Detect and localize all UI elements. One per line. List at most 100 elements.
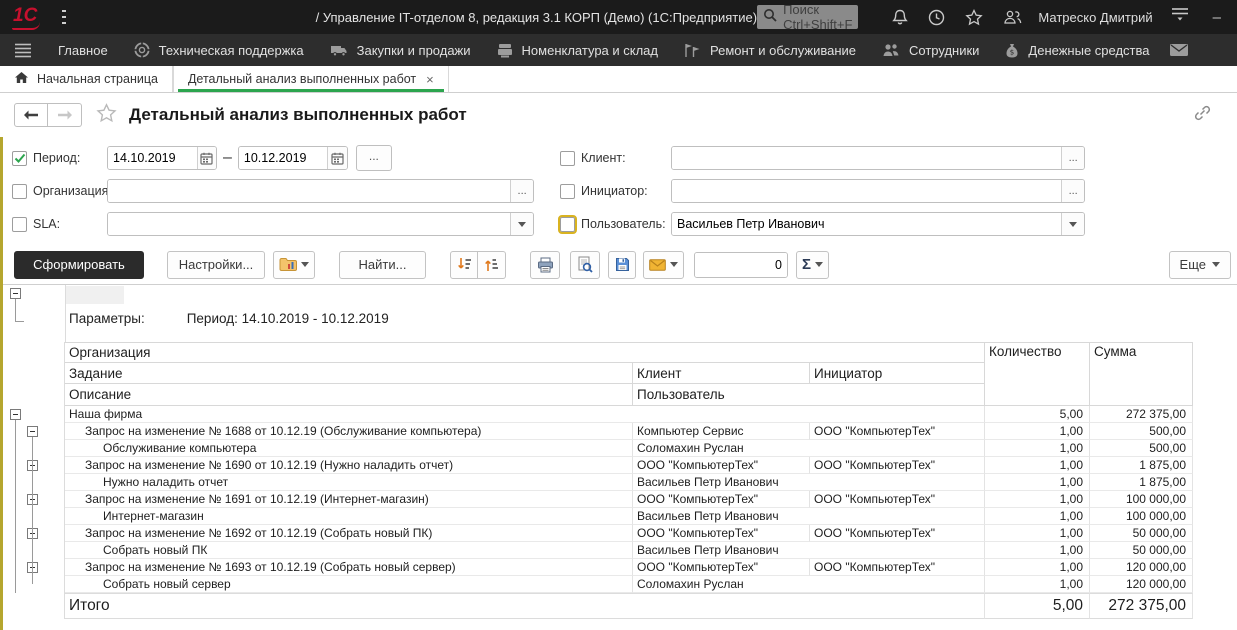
nav-item-glavnoe[interactable]: Главное bbox=[58, 43, 108, 58]
client-checkbox[interactable] bbox=[560, 151, 575, 166]
save-button[interactable] bbox=[608, 251, 636, 279]
quantity-cell[interactable]: 1,00 bbox=[985, 457, 1090, 474]
amount-cell[interactable]: 500,00 bbox=[1090, 440, 1193, 457]
table-row[interactable]: Обслуживание компьютераСоломахин Руслан1… bbox=[0, 440, 1237, 457]
quantity-cell[interactable]: 1,00 bbox=[985, 508, 1090, 525]
collapse-group-icon[interactable] bbox=[27, 426, 38, 437]
amount-cell[interactable]: 100 000,00 bbox=[1090, 491, 1193, 508]
sla-field[interactable] bbox=[107, 212, 534, 236]
group-cell[interactable]: Наша фирма bbox=[65, 406, 985, 423]
user-input[interactable] bbox=[672, 213, 1061, 235]
amount-cell[interactable]: 1 875,00 bbox=[1090, 474, 1193, 491]
counter-field[interactable] bbox=[694, 252, 788, 278]
nav-item-warehouse[interactable]: Номенклатура и склад bbox=[497, 43, 658, 58]
initiator-cell[interactable]: ООО "КомпьютерТех" bbox=[810, 423, 985, 440]
task-cell[interactable]: Запрос на изменение № 1692 от 10.12.19 (… bbox=[65, 525, 633, 542]
client-choose-button[interactable]: ... bbox=[1061, 147, 1084, 169]
initiator-cell[interactable]: ООО "КомпьютерТех" bbox=[810, 525, 985, 542]
description-cell[interactable]: Обслуживание компьютера bbox=[65, 440, 633, 457]
organization-input[interactable] bbox=[108, 180, 510, 202]
print-button[interactable] bbox=[530, 251, 560, 279]
sla-checkbox[interactable] bbox=[12, 217, 27, 232]
amount-cell[interactable]: 272 375,00 bbox=[1090, 406, 1193, 423]
period-checkbox[interactable] bbox=[12, 151, 27, 166]
user-field[interactable] bbox=[671, 212, 1085, 236]
quantity-cell[interactable]: 1,00 bbox=[985, 474, 1090, 491]
generate-button[interactable]: Сформировать bbox=[14, 251, 144, 279]
table-row[interactable]: Нужно наладить отчетВасильев Петр Иванов… bbox=[0, 474, 1237, 491]
description-cell[interactable]: Собрать новый сервер bbox=[65, 576, 633, 593]
settings-button[interactable]: Настройки... bbox=[167, 251, 265, 279]
users-icon[interactable] bbox=[1003, 9, 1022, 25]
table-row[interactable]: Наша фирма5,00272 375,00 bbox=[0, 406, 1237, 423]
get-link-icon[interactable] bbox=[1193, 105, 1211, 126]
amount-cell[interactable]: 1 875,00 bbox=[1090, 457, 1193, 474]
period-from-input[interactable] bbox=[108, 147, 197, 169]
amount-cell[interactable]: 50 000,00 bbox=[1090, 525, 1193, 542]
sort-ascending-button[interactable] bbox=[478, 251, 506, 279]
nav-item-employees[interactable]: Сотрудники bbox=[882, 43, 979, 58]
favorite-star-icon[interactable] bbox=[96, 103, 117, 128]
user-cell[interactable]: Васильев Петр Иванович bbox=[633, 542, 985, 559]
client-field[interactable]: ... bbox=[671, 146, 1085, 170]
history-clock-icon[interactable] bbox=[928, 9, 945, 26]
user-dropdown-button[interactable] bbox=[1061, 213, 1084, 235]
task-cell[interactable]: Запрос на изменение № 1688 от 10.12.19 (… bbox=[65, 423, 633, 440]
tab-home[interactable]: Начальная страница bbox=[0, 66, 173, 92]
service-menu-icon[interactable] bbox=[1171, 7, 1189, 27]
task-cell[interactable]: Запрос на изменение № 1691 от 10.12.19 (… bbox=[65, 491, 633, 508]
table-row[interactable]: Запрос на изменение № 1693 от 10.12.19 (… bbox=[0, 559, 1237, 576]
user-cell[interactable]: Соломахин Руслан bbox=[633, 440, 985, 457]
amount-cell[interactable]: 100 000,00 bbox=[1090, 508, 1193, 525]
initiator-field[interactable]: ... bbox=[671, 179, 1085, 203]
table-row[interactable]: Запрос на изменение № 1691 от 10.12.19 (… bbox=[0, 491, 1237, 508]
forward-button[interactable] bbox=[48, 103, 82, 127]
nav-item-purchases[interactable]: Закупки и продажи bbox=[330, 43, 471, 58]
sum-button[interactable]: Σ bbox=[796, 251, 829, 279]
sla-input[interactable] bbox=[108, 213, 510, 235]
description-cell[interactable]: Собрать новый ПК bbox=[65, 542, 633, 559]
initiator-input[interactable] bbox=[672, 180, 1061, 202]
table-row[interactable]: Собрать новый серверСоломахин Руслан1,00… bbox=[0, 576, 1237, 593]
total-label-cell[interactable]: Итого bbox=[65, 593, 985, 619]
mail-icon[interactable] bbox=[1169, 43, 1189, 57]
amount-cell[interactable]: 500,00 bbox=[1090, 423, 1193, 440]
user-checkbox[interactable] bbox=[560, 217, 575, 232]
report-variants-button[interactable] bbox=[273, 251, 315, 279]
send-email-button[interactable] bbox=[643, 251, 684, 279]
counter-input[interactable] bbox=[695, 253, 787, 277]
table-row[interactable]: Запрос на изменение № 1692 от 10.12.19 (… bbox=[0, 525, 1237, 542]
description-cell[interactable]: Интернет-магазин bbox=[65, 508, 633, 525]
period-variants-button[interactable]: ... bbox=[356, 145, 392, 171]
minimize-button[interactable]: – bbox=[1213, 9, 1221, 26]
organization-checkbox[interactable] bbox=[12, 184, 27, 199]
client-cell[interactable]: ООО "КомпьютерТех" bbox=[633, 525, 810, 542]
collapse-group-icon[interactable] bbox=[10, 409, 21, 420]
period-from-field[interactable] bbox=[107, 146, 217, 170]
user-cell[interactable]: Васильев Петр Иванович bbox=[633, 508, 985, 525]
table-row[interactable]: Запрос на изменение № 1690 от 10.12.19 (… bbox=[0, 457, 1237, 474]
back-button[interactable] bbox=[14, 103, 48, 127]
organization-field[interactable]: ... bbox=[107, 179, 534, 203]
client-cell[interactable]: Компьютер Сервис bbox=[633, 423, 810, 440]
nav-item-tech-support[interactable]: Техническая поддержка bbox=[134, 42, 304, 58]
amount-cell[interactable]: 272 375,00 bbox=[1090, 593, 1193, 619]
favorites-star-icon[interactable] bbox=[965, 9, 983, 26]
close-tab-icon[interactable]: × bbox=[426, 72, 434, 87]
table-row[interactable]: Собрать новый ПКВасильев Петр Иванович1,… bbox=[0, 542, 1237, 559]
quantity-cell[interactable]: 1,00 bbox=[985, 525, 1090, 542]
initiator-cell[interactable]: ООО "КомпьютерТех" bbox=[810, 457, 985, 474]
table-row[interactable]: Интернет-магазинВасильев Петр Иванович1,… bbox=[0, 508, 1237, 525]
period-to-input[interactable] bbox=[239, 147, 328, 169]
hamburger-menu-icon[interactable] bbox=[62, 10, 65, 24]
amount-cell[interactable]: 120 000,00 bbox=[1090, 559, 1193, 576]
client-cell[interactable]: ООО "КомпьютерТех" bbox=[633, 559, 810, 576]
quantity-cell[interactable]: 1,00 bbox=[985, 423, 1090, 440]
sla-dropdown-button[interactable] bbox=[510, 213, 533, 235]
user-cell[interactable]: Васильев Петр Иванович bbox=[633, 474, 985, 491]
quantity-cell[interactable]: 5,00 bbox=[985, 406, 1090, 423]
more-button[interactable]: Еще bbox=[1169, 251, 1231, 279]
preview-button[interactable] bbox=[570, 251, 600, 279]
amount-cell[interactable]: 50 000,00 bbox=[1090, 542, 1193, 559]
initiator-checkbox[interactable] bbox=[560, 184, 575, 199]
